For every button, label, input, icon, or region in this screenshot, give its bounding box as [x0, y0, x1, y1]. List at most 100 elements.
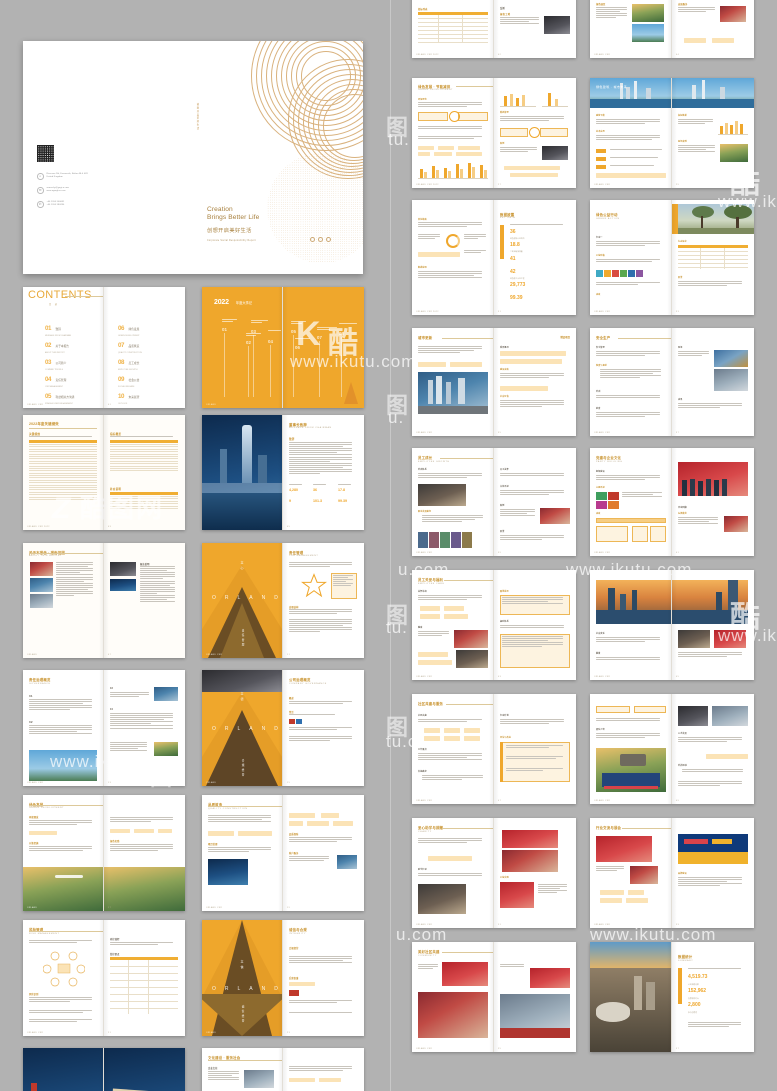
dot-pattern — [267, 153, 363, 263]
chapter-vertical-subtitle: 合规经营 — [241, 758, 244, 778]
column-divider — [390, 0, 391, 1091]
photo-thumb — [632, 24, 664, 42]
photo-structure — [202, 670, 282, 692]
spread-community-service[interactable]: 社区共建与服务 社区共建 工作重点 实施路径 ORLAND CSR 行动计划 评… — [412, 694, 576, 804]
circle-badge-icon — [529, 127, 540, 138]
donut-chart-icon — [446, 234, 460, 248]
circle-badge-icon — [449, 111, 460, 122]
photo-thumb — [154, 742, 178, 756]
spread-esg-table[interactable]: 指标列表 ORLAND CSR 2022 案例 绿色工地 0 2 — [412, 0, 576, 58]
spread-aerial-photo[interactable] — [23, 1048, 185, 1091]
spread-park-gallery[interactable]: 绿色园区 ORLAND CSR 志愿服务 0 4 — [590, 0, 754, 58]
timeline-milestone: 07 — [317, 335, 322, 340]
spread-charity-gallery[interactable]: 美好社区共建 COMMUNITY ORLAND CSR 5 5 — [412, 942, 576, 1052]
spread-harbour-photo[interactable]: 董事长致辞 MESSAGE FROM CHAIRMAN 致辞 4,280 36 … — [202, 415, 364, 530]
spread-skyline-banner[interactable]: 绿色建筑 · 城市未来 建筑节能 技术应用 ORLAND CSR 指标数据 绿色… — [590, 78, 754, 188]
toc-label-cn: 员工成长 — [128, 362, 140, 365]
spread-responsibility[interactable]: 责任治理概览 GOVERNANCE 01 02 ORLAND CSR 03 04… — [23, 670, 185, 786]
stat-value: 4,519.73 — [688, 974, 708, 980]
page-header-title: 党建与企业文化 — [596, 456, 622, 460]
photo-thumb — [720, 6, 746, 22]
mail-icon: ✉ — [37, 187, 44, 194]
spread-city-project[interactable]: 城市更新 ORLAND CSR 精品项目 项目概况 建设成效 社会价值 3 5 — [412, 328, 576, 436]
spread-chapter-orland-01[interactable]: 立心 责任管理 ORLAND ORLAND CSR 责任管理 CSR MANAG… — [202, 543, 364, 658]
contact-phone: ✆ +44 1204 500081 +44 1204 580280 — [37, 201, 64, 208]
photo-thumb — [544, 16, 570, 34]
photo-thumb — [454, 630, 488, 648]
timeline-milestone: 01 — [222, 327, 227, 332]
kpi-caption: 绿色建筑认证项目 — [510, 238, 525, 240]
spread-tree-photo[interactable]: 绿色公益行动 GREEN ACTION 行动一 公益种植 成效 ORLAND C… — [590, 200, 754, 315]
spread-expo-booth[interactable]: 行业交流与展会 ORLAND CSR 品牌建设 5 3 — [590, 818, 754, 928]
photo-thumb — [456, 650, 488, 668]
timeline-milestone: 08 — [339, 331, 344, 336]
chapter-vertical-title: 立心 — [240, 561, 244, 572]
chapter-vertical-title: 立德 — [240, 692, 244, 703]
spread-summary-stats[interactable]: 数据统计 SUMMARY 4,519.73 公益捐赠总额 152,962 志愿服… — [590, 942, 754, 1052]
hexagon-diagram — [42, 950, 86, 988]
timeline-year: 2022 — [214, 299, 229, 306]
spread-indicator-table[interactable]: 2022年度关键绩效 关键绩效 ORLAND CSR 2022 指标概览 补充说… — [23, 415, 185, 530]
toc-number: 05 — [45, 393, 52, 400]
spread-volunteer-activity[interactable]: 爱心助学与捐赠 CHARITY 助学行动 ORLAND CSR 公益实践 5 1 — [412, 818, 576, 928]
cover-headline-cn: 创想开启美好生活 — [207, 228, 252, 234]
timeline-milestone: 02 — [246, 340, 251, 345]
photo-thumb — [530, 968, 570, 988]
photo-wide — [29, 750, 97, 781]
kpi-value: 99.39 — [510, 295, 523, 301]
page-header-title: 员工关爱与福利 — [418, 578, 444, 582]
spread-employee-care[interactable]: 员工关爱与福利 EMPLOYEE CARE 关怀举措 健康 ORLAND CSR… — [412, 570, 576, 680]
spread-chapter-orland-02[interactable]: 立德 合规经营 ORLAND ORLAND 公司治理概览 COMPANY GOV… — [202, 670, 364, 786]
photo-thumb — [678, 630, 710, 648]
photo-banner-group — [502, 830, 558, 848]
spread-about-report[interactable]: 关于本报告 · 报告范围 ABOUT THIS REPORT ORLAND 报告… — [23, 543, 185, 658]
spread-contents[interactable]: CONTENTS 目 录 01 致辞 MESSAGE FROM CHAIRMAN… — [23, 287, 185, 408]
spread-team-photo[interactable]: 团队介绍 ORLAND CSR 人才发展 培养机制 4 9 — [590, 694, 754, 804]
spread-corporate-event[interactable]: 党建与企业文化 PARTY BUILDING 组织建设 主题活动 成效 ORLA… — [590, 448, 754, 556]
page-header-title: 诚信与合规 — [289, 928, 307, 932]
photo-ceremony — [678, 462, 748, 496]
spread-timeline-2022[interactable]: 2022 年度大事记 01 02 03 04 ORLAND 05 06 07 0… — [202, 287, 364, 408]
spread-emission-charts[interactable]: 绿色发展 · 节能减排 GREEN DEVELOPMENT 环保理念 ORLAN… — [412, 78, 576, 188]
toc-label-cn: 责任管理 — [55, 379, 67, 382]
sdg-icon-grid — [596, 270, 643, 277]
spread-risk-management[interactable]: 风险管理 RISK MANAGEMENT 风险识别 ORLAND CSR 内控流… — [23, 920, 185, 1036]
photo-thumb — [712, 706, 748, 726]
building-icon: ⌂ — [37, 173, 44, 180]
toc-item-05[interactable]: 05 利益相关方沟通 STAKEHOLDER ENGAGEMENT — [45, 385, 74, 405]
spread-kpi-figures[interactable]: 责任绩效 数据说明 ORLAND CSR 2022 数据披露 KEY DATA … — [412, 200, 576, 315]
toc-number: 03 — [45, 359, 52, 366]
spread-chapter-orland-03[interactable]: 立信 诚信经营 ORLAND ORLAND 诚信与合规 INTEGRITY 合规… — [202, 920, 364, 1036]
spread-culture[interactable]: 文化建设 · 服务社会 企业文化 ORLAND 2 5 — [202, 1048, 364, 1091]
page-header-title: 数据统计 — [678, 955, 693, 959]
cover-front-page: 创新开启美好生活 Creation Brings Better Life 创想开… — [193, 41, 363, 274]
bar-chart-small-2 — [542, 92, 568, 108]
photo-thumb — [30, 578, 53, 592]
toc-number: 06 — [118, 325, 125, 332]
chapter-vertical-title: 立信 — [240, 960, 244, 971]
contact-email-line2: www.ogorglus.com — [46, 190, 66, 193]
bar-chart-small-1 — [500, 92, 536, 108]
spread-quality-build[interactable]: 品质筑造 QUALITY CONSTRUCTION 项目管理 ORLAND CS… — [202, 795, 364, 911]
toc-item-10[interactable]: 10 未来展望 OUTLOOK — [118, 385, 139, 405]
phone-icon: ✆ — [37, 201, 44, 208]
page-header-title: 社区共建与服务 — [418, 702, 444, 706]
photo-skyline-banner — [672, 78, 754, 108]
contact-address: ⌂ Rivervue Rd, Farnworth, Bolton BL4 0JR… — [37, 173, 88, 180]
photo-aerial-city — [23, 1048, 103, 1091]
brochure-cover-spread[interactable]: ⌂ Rivervue Rd, Farnworth, Bolton BL4 0JR… — [23, 41, 363, 274]
spread-green-development[interactable]: 绿色发展 GREEN DEVELOPMENT 环保理念 节能措施 ORLAND … — [23, 795, 185, 911]
photo-trees — [678, 204, 754, 234]
toc-number: 02 — [45, 342, 52, 349]
spread-dusk-skyline[interactable]: 社会责任 愿景 ORLAND CSR 4 5 — [590, 570, 754, 680]
photo-thumb — [110, 579, 136, 591]
photo-team-group — [596, 748, 666, 792]
toc-label-cn: 利益相关方沟通 — [55, 396, 75, 399]
spread-employee-training[interactable]: 员工成长 EMPLOYEE GROWTH 培训体系 职业发展路径 ORLAND … — [412, 448, 576, 556]
banner-title: 绿色建筑 · 城市未来 — [596, 85, 628, 89]
timeline-title: 年度大事记 — [236, 301, 252, 305]
cover-back-page: ⌂ Rivervue Rd, Farnworth, Bolton BL4 0JR… — [23, 41, 193, 274]
photo-expo-crowd — [596, 836, 652, 862]
photo-thumb — [678, 706, 708, 726]
spread-construction-site[interactable]: 安全生产 安全管理 制度与规范 培训 检查 ORLAND CSR 现场 成果 3… — [590, 328, 754, 436]
